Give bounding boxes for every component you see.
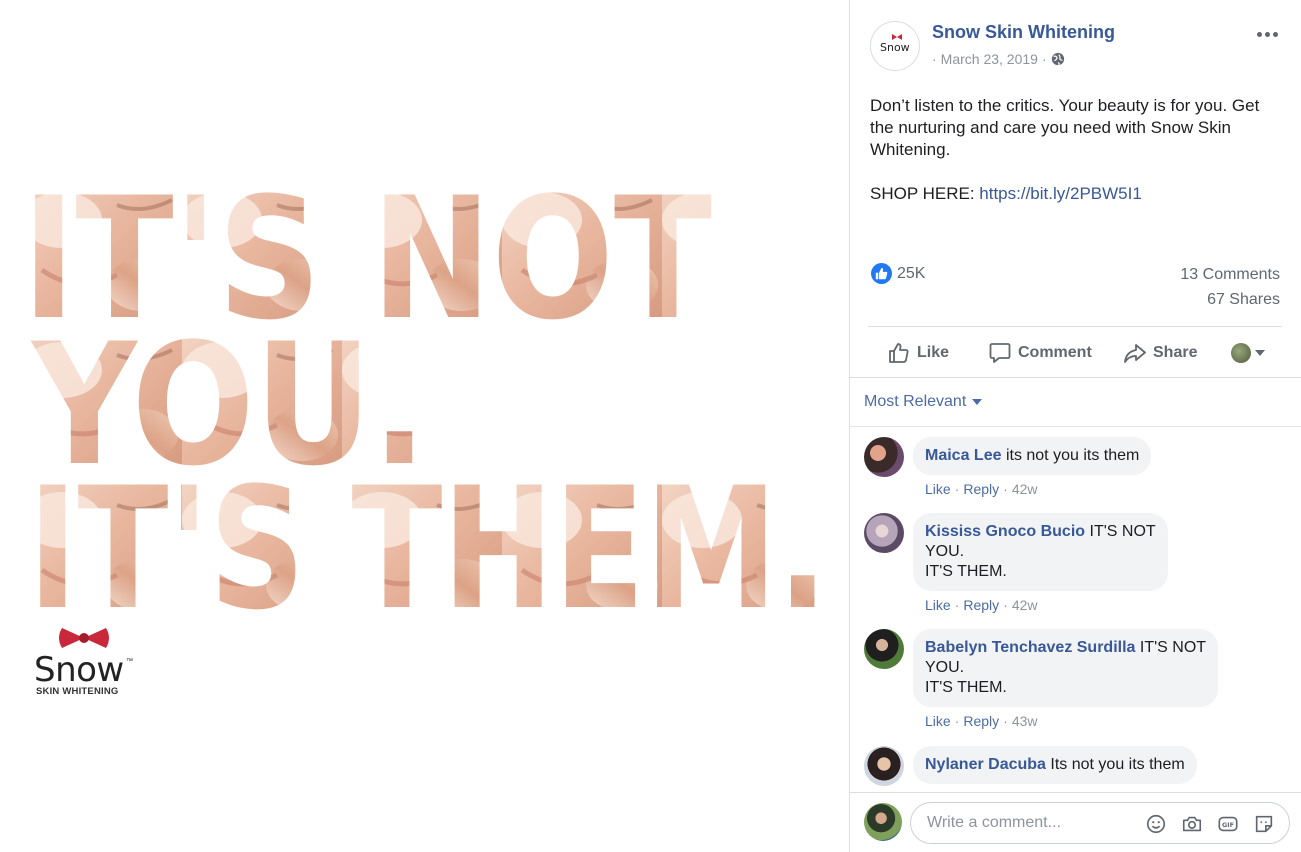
divider — [850, 377, 1301, 378]
bow-icon — [59, 628, 109, 648]
gif-icon[interactable]: GIF — [1217, 813, 1239, 835]
comment-text: Its not you its them — [1050, 756, 1185, 773]
comment-text: IT'S NOT — [1089, 523, 1156, 540]
camera-icon[interactable] — [1181, 813, 1203, 835]
comment-bubble: Kississ Gnoco Bucio IT'S NOT YOU. IT'S T… — [913, 513, 1168, 591]
commenter-avatar[interactable] — [864, 629, 904, 669]
commenter-avatar[interactable] — [864, 746, 904, 786]
current-user-avatar[interactable] — [864, 803, 902, 841]
comment-time[interactable]: 42w — [1012, 597, 1038, 613]
page-name-link[interactable]: Snow Skin Whitening — [932, 22, 1115, 43]
post-message: Don’t listen to the critics. Your beauty… — [870, 95, 1280, 161]
comment-reply-link[interactable]: Reply — [963, 713, 999, 729]
comment-sort-dropdown[interactable]: Most Relevant — [864, 393, 983, 411]
comment-label: Comment — [1018, 344, 1092, 361]
comment-actions: Like · Reply · 42w — [925, 481, 1038, 497]
comment-button[interactable]: Comment — [988, 339, 1092, 367]
caret-down-icon — [1255, 350, 1265, 356]
sticker-icon[interactable] — [1253, 813, 1275, 835]
comment-text: IT'S THEM. — [925, 679, 1007, 696]
comment-text: its not you its them — [1005, 447, 1140, 464]
page-avatar-text: Snow — [880, 41, 910, 54]
comment-time[interactable]: 42w — [1012, 481, 1038, 497]
meta-separator: · — [1041, 51, 1047, 67]
comment-actions: Like · Reply · 42w — [925, 597, 1038, 613]
post-message-line: Whitening. — [870, 140, 951, 159]
user-avatar-icon — [1231, 343, 1251, 363]
action-bar: Like Comment Share — [868, 326, 1282, 378]
meta-separator: · — [932, 51, 937, 67]
shop-label: SHOP HERE: — [870, 184, 980, 203]
comment-time[interactable]: 43w — [1012, 713, 1038, 729]
post-meta: · March 23, 2019 · — [932, 51, 1065, 67]
bow-icon — [892, 34, 902, 40]
comment-text: YOU. — [925, 543, 965, 560]
caret-down-icon — [972, 399, 983, 405]
commenter-avatar[interactable] — [864, 513, 904, 553]
thumbs-up-icon — [889, 343, 909, 363]
logo-tm: ™ — [126, 658, 133, 665]
logo-word: Snow — [34, 650, 124, 690]
logo-subtitle: SKIN WHITENING — [36, 686, 119, 697]
comment-composer: GIF — [850, 792, 1301, 852]
emoji-icon[interactable] — [1145, 813, 1167, 835]
post-date[interactable]: March 23, 2019 — [941, 51, 1038, 67]
comment-icon — [989, 343, 1011, 363]
dot-icon — [1272, 31, 1278, 37]
comment-like-link[interactable]: Like — [925, 713, 951, 729]
thumbs-up-icon — [875, 267, 888, 280]
comment-like-link[interactable]: Like — [925, 481, 951, 497]
like-label: Like — [917, 344, 950, 361]
post-photo[interactable]: IT'S NOT YOU. IT'S THEM. Snow ™ SKIN WHI… — [0, 0, 850, 852]
snow-brand-logo: Snow ™ SKIN WHITENING — [34, 626, 144, 698]
divider — [850, 426, 1301, 427]
comment-reply-link[interactable]: Reply — [963, 597, 999, 613]
share-label: Share — [1153, 344, 1198, 361]
comment-actions: Like · Reply · 43w — [925, 713, 1038, 729]
reaction-count[interactable]: 25K — [897, 265, 925, 283]
shares-count[interactable]: 67 Shares — [1207, 291, 1280, 309]
comment-text: IT'S THEM. — [925, 563, 1007, 580]
page-avatar[interactable]: Snow — [870, 21, 920, 71]
comment-reply-link[interactable]: Reply — [963, 481, 999, 497]
comment-as-selector[interactable] — [1231, 339, 1265, 367]
comment-author[interactable]: Kississ Gnoco Bucio — [925, 523, 1085, 540]
more-options-button[interactable] — [1255, 24, 1279, 44]
post-side-panel: Snow Snow Skin Whitening · March 23, 201… — [850, 0, 1301, 852]
post-message-line: the nurturing and care you need with Sno… — [870, 118, 1232, 137]
share-button[interactable]: Share — [1123, 339, 1197, 367]
comment-author[interactable]: Nylaner Dacuba — [925, 756, 1046, 773]
comments-count[interactable]: 13 Comments — [1180, 266, 1280, 284]
dot-icon — [1256, 31, 1262, 37]
ad-image-text: IT'S NOT YOU. IT'S THEM. — [22, 175, 828, 625]
comment-author[interactable]: Maica Lee — [925, 447, 1001, 464]
like-reaction-icon[interactable] — [871, 263, 892, 284]
svg-text:GIF: GIF — [1222, 821, 1234, 829]
shop-line: SHOP HERE: https://bit.ly/2PBW5I1 — [870, 183, 1142, 205]
globe-icon[interactable] — [1051, 52, 1065, 66]
comment-bubble: Babelyn Tenchavez Surdilla IT'S NOT YOU.… — [913, 629, 1219, 707]
shop-link[interactable]: https://bit.ly/2PBW5I1 — [979, 184, 1142, 203]
comment-text: IT'S NOT — [1139, 639, 1207, 656]
dot-icon — [1264, 31, 1270, 37]
comment-bubble: Maica Lee its not you its them — [913, 437, 1152, 475]
comment-text: YOU. — [925, 659, 965, 676]
comment-like-link[interactable]: Like — [925, 597, 951, 613]
composer-icons: GIF — [1145, 813, 1275, 835]
comment-author[interactable]: Babelyn Tenchavez Surdilla — [925, 639, 1135, 656]
ad-line-3: IT'S THEM. — [28, 451, 828, 625]
commenter-avatar[interactable] — [864, 437, 904, 477]
like-button[interactable]: Like — [887, 339, 949, 367]
sort-label: Most Relevant — [864, 393, 967, 410]
share-icon — [1124, 344, 1146, 363]
comment-bubble: Nylaner Dacuba Its not you its them — [913, 746, 1197, 784]
post-message-line: Don’t listen to the critics. Your beauty… — [870, 96, 1260, 115]
